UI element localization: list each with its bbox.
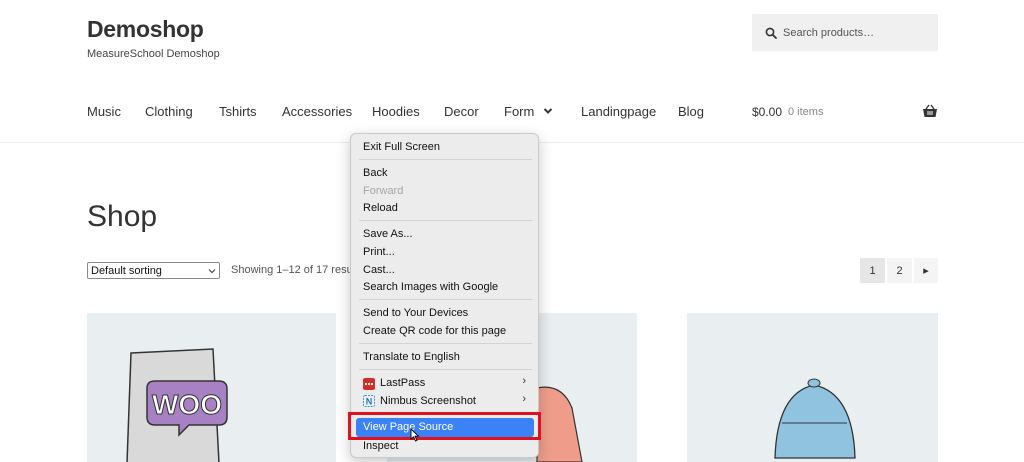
- menu-item-forward: Forward: [363, 185, 404, 197]
- product-card-blue-beanie[interactable]: [687, 313, 938, 462]
- menu-item-lastpass[interactable]: LastPass: [380, 377, 425, 389]
- svg-text:N: N: [366, 397, 373, 407]
- woo-sign-image: WOO: [126, 348, 228, 462]
- menu-item-nimbus-screenshot[interactable]: Nimbus Screenshot: [380, 395, 476, 407]
- nav-item-accessories[interactable]: Accessories: [282, 104, 352, 119]
- site-tagline: MeasureSchool Demoshop: [87, 48, 220, 60]
- menu-item-reload[interactable]: Reload: [363, 202, 398, 214]
- menu-item-create-qr-code[interactable]: Create QR code for this page: [363, 325, 506, 337]
- chevron-down-icon: [208, 269, 216, 274]
- chevron-down-icon[interactable]: [543, 106, 553, 116]
- menu-item-search-images[interactable]: Search Images with Google: [363, 281, 498, 293]
- nav-item-tshirts[interactable]: Tshirts: [219, 104, 257, 119]
- nav-item-decor[interactable]: Decor: [444, 104, 479, 119]
- menu-item-back[interactable]: Back: [363, 167, 387, 179]
- pagination-next-button[interactable]: ▸: [914, 258, 938, 283]
- pagination-page-2[interactable]: 2: [887, 258, 912, 283]
- search-icon: [765, 27, 777, 39]
- product-image: [774, 378, 856, 459]
- menu-item-save-as[interactable]: Save As...: [363, 228, 413, 240]
- menu-separator: [359, 299, 532, 300]
- menu-separator: [359, 343, 532, 344]
- menu-separator: [359, 220, 532, 221]
- site-title[interactable]: Demoshop: [87, 16, 204, 43]
- mouse-cursor-icon: [410, 428, 420, 442]
- submenu-arrow-icon: ›: [522, 375, 526, 387]
- submenu-arrow-icon: ›: [522, 393, 526, 405]
- page-title: Shop: [87, 200, 158, 233]
- search-input[interactable]: [783, 26, 923, 39]
- menu-item-inspect[interactable]: Inspect: [363, 440, 398, 452]
- nav-item-blog[interactable]: Blog: [678, 104, 704, 119]
- nav-item-form[interactable]: Form: [504, 104, 534, 119]
- menu-item-exit-full-screen[interactable]: Exit Full Screen: [363, 141, 440, 153]
- annotation-highlight-box: [348, 412, 541, 440]
- cart-count[interactable]: 0 items: [788, 106, 823, 118]
- menu-item-translate[interactable]: Translate to English: [363, 351, 460, 363]
- sort-select-value: Default sorting: [91, 264, 162, 277]
- nav-item-hoodies[interactable]: Hoodies: [372, 104, 420, 119]
- menu-item-print[interactable]: Print...: [363, 246, 395, 258]
- product-card-woo-logo[interactable]: WOO: [87, 313, 336, 462]
- result-count: Showing 1–12 of 17 results: [231, 264, 364, 276]
- menu-item-send-to-devices[interactable]: Send to Your Devices: [363, 307, 468, 319]
- lastpass-icon: [363, 378, 375, 390]
- basket-icon[interactable]: [922, 104, 938, 118]
- context-menu: Exit Full Screen Back Forward Reload Sav…: [350, 133, 539, 458]
- menu-separator: [359, 369, 532, 370]
- nimbus-icon: N: [363, 395, 375, 407]
- pagination-page-1[interactable]: 1: [860, 258, 885, 283]
- search-box[interactable]: [752, 14, 938, 51]
- nav-item-landingpage[interactable]: Landingpage: [581, 104, 656, 119]
- nav-item-music[interactable]: Music: [87, 104, 121, 119]
- cart-total[interactable]: $0.00: [752, 105, 782, 119]
- svg-text:WOO: WOO: [152, 389, 222, 420]
- menu-item-cast[interactable]: Cast...: [363, 264, 395, 276]
- menu-separator: [359, 159, 532, 160]
- nav-item-clothing[interactable]: Clothing: [145, 104, 193, 119]
- sort-select[interactable]: Default sorting: [87, 262, 220, 279]
